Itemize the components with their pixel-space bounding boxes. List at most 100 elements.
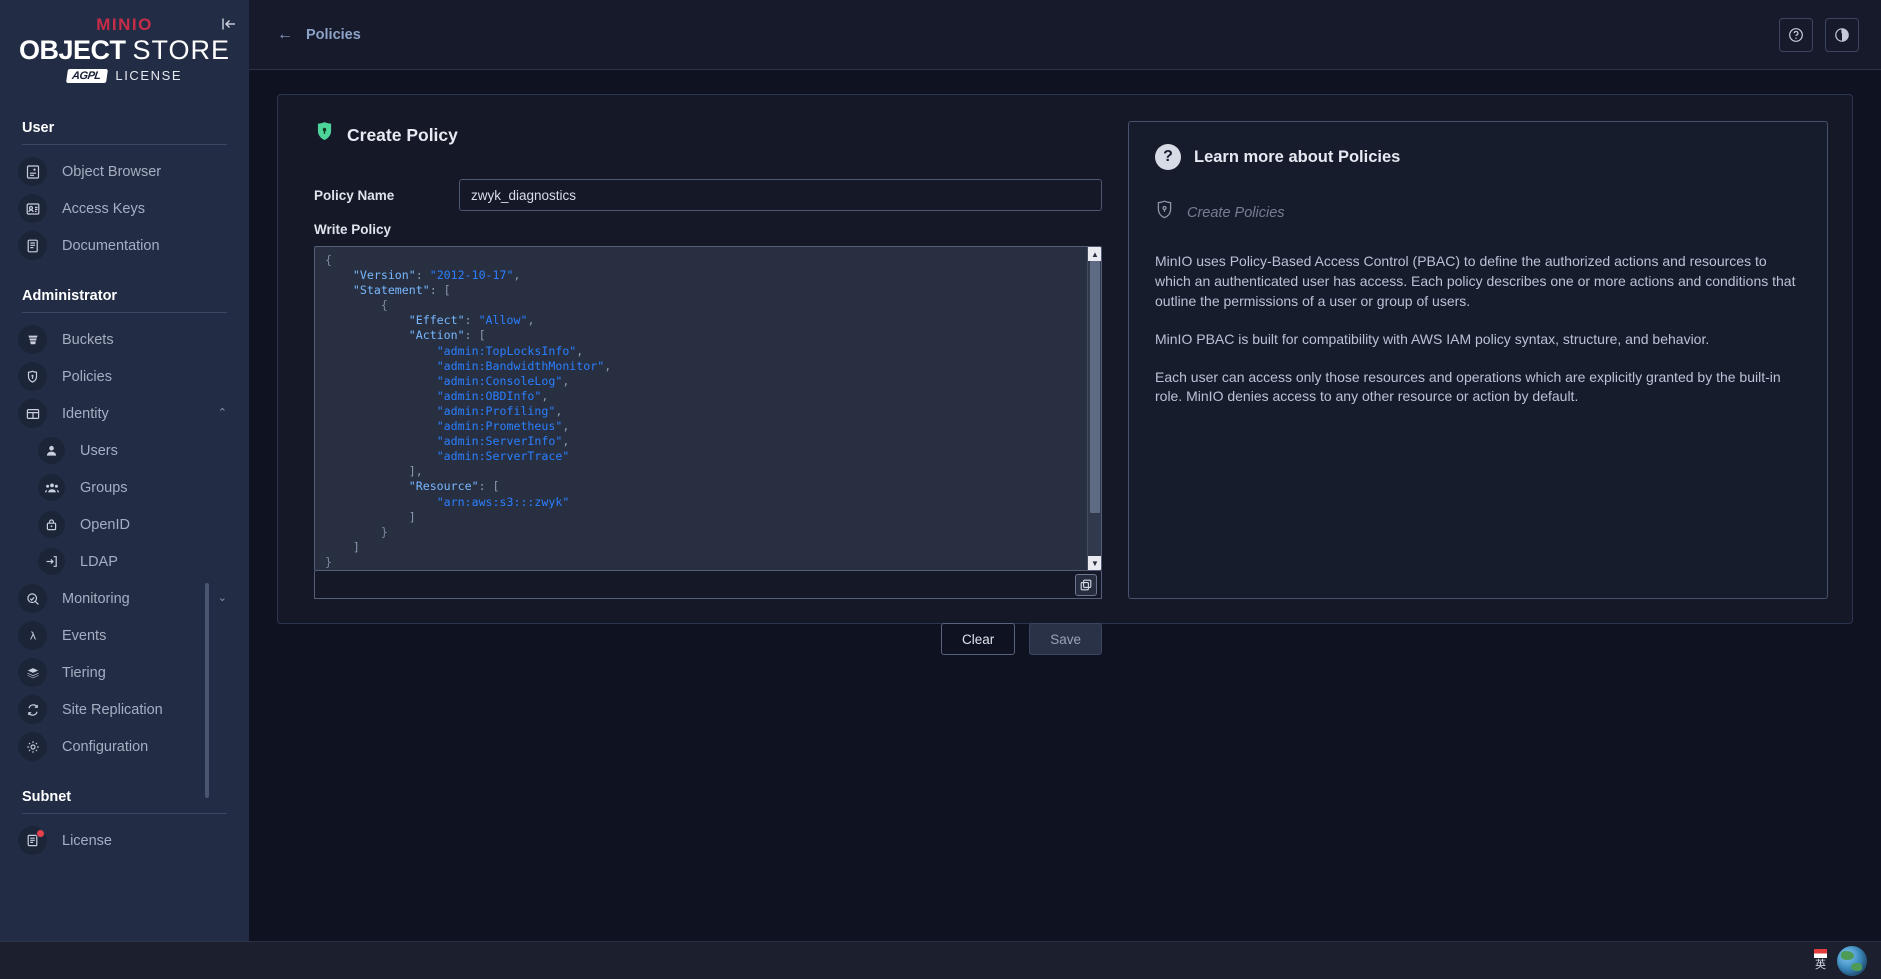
- buckets-icon: [18, 325, 47, 354]
- copy-icon[interactable]: [1075, 573, 1097, 596]
- globe-icon[interactable]: [1837, 945, 1867, 976]
- chevron-up-icon: ⌃: [217, 407, 227, 419]
- brand-minio-suffix: IO: [131, 15, 153, 34]
- breadcrumb[interactable]: ← Policies: [277, 26, 361, 44]
- sidebar-item-documentation[interactable]: Documentation: [0, 227, 249, 264]
- minio-console-app: MINIO OBJECT STORE AGPL LICENSE User Obj…: [0, 0, 1881, 979]
- breadcrumb-label: Policies: [306, 26, 361, 43]
- editor-footer: [314, 571, 1102, 599]
- editor-scrollbar[interactable]: ▲ ▼: [1087, 247, 1101, 570]
- svg-text:λ: λ: [29, 629, 36, 642]
- question-mark-icon: ?: [1155, 144, 1181, 170]
- sidebar-divider: [22, 312, 227, 313]
- sidebar-item-label: Documentation: [62, 237, 160, 254]
- brand-minio-prefix: MIN: [96, 15, 132, 34]
- help-header: ? Learn more about Policies: [1155, 144, 1801, 170]
- documentation-icon: [18, 231, 47, 260]
- license-line: AGPL LICENSE: [0, 68, 249, 83]
- sidebar-item-label: Events: [62, 627, 107, 644]
- license-icon: [18, 826, 47, 855]
- object-browser-icon: [18, 157, 47, 186]
- sidebar-item-label: Configuration: [62, 738, 149, 755]
- sidebar-item-object-browser[interactable]: Object Browser: [0, 153, 249, 190]
- policy-name-label: Policy Name: [314, 187, 395, 203]
- ime-label: 英: [1815, 959, 1826, 972]
- user-icon: [38, 437, 65, 464]
- sidebar-item-users[interactable]: Users: [0, 432, 249, 469]
- shield-icon: [314, 121, 335, 149]
- sidebar-item-tiering[interactable]: Tiering: [0, 654, 249, 691]
- help-title: Learn more about Policies: [1194, 147, 1401, 166]
- policy-name-row: Policy Name: [314, 179, 1102, 211]
- monitoring-icon: [18, 584, 47, 613]
- sidebar-item-buckets[interactable]: Buckets: [0, 321, 249, 358]
- topbar: ← Policies: [249, 0, 1881, 70]
- policy-json-editor[interactable]: { "Version": "2012-10-17", "Statement": …: [314, 246, 1102, 571]
- sidebar-item-groups[interactable]: Groups: [0, 469, 249, 506]
- policy-json-code[interactable]: { "Version": "2012-10-17", "Statement": …: [315, 247, 1101, 570]
- form-header: Create Policy: [314, 121, 1102, 149]
- help-paragraph-1: MinIO uses Policy-Based Access Control (…: [1155, 253, 1796, 309]
- sidebar-item-ldap[interactable]: LDAP: [0, 543, 249, 580]
- help-subtitle-row: Create Policies: [1155, 200, 1801, 226]
- agpl-badge: AGPL: [65, 68, 108, 83]
- help-paragraph-3: Each user can access only those resource…: [1155, 368, 1781, 405]
- brand-product-thin: STORE: [132, 35, 231, 65]
- write-policy-label: Write Policy: [314, 222, 392, 237]
- sidebar-item-openid[interactable]: OpenID: [0, 506, 249, 543]
- openid-icon: [38, 511, 65, 538]
- content-area: Create Policy Policy Name Write Policy {…: [249, 70, 1881, 979]
- groups-icon: [38, 474, 65, 501]
- notification-dot: [36, 829, 45, 838]
- help-circle-icon[interactable]: [1779, 17, 1813, 52]
- save-button[interactable]: Save: [1029, 623, 1102, 655]
- sidebar-divider: [22, 144, 227, 145]
- policy-name-input[interactable]: [459, 179, 1102, 211]
- chevron-down-icon: ⌄: [217, 592, 227, 604]
- sidebar-section-title-user: User: [22, 120, 55, 136]
- sidebar-divider: [22, 813, 227, 814]
- scroll-down-icon[interactable]: ▼: [1088, 556, 1101, 570]
- license-word: LICENSE: [115, 68, 183, 84]
- sidebar-item-label: Object Browser: [62, 163, 162, 180]
- sidebar-item-label: Tiering: [62, 664, 106, 681]
- sidebar-item-identity[interactable]: Identity ⌃: [0, 395, 249, 432]
- help-paragraph-2: MinIO PBAC is built for compatibility wi…: [1155, 330, 1710, 347]
- topbar-actions: [1779, 17, 1859, 52]
- sidebar-scrollbar[interactable]: [205, 583, 209, 798]
- help-panel: ? Learn more about Policies Create Polic…: [1128, 121, 1828, 599]
- sidebar-item-site-replication[interactable]: Site Replication: [0, 691, 249, 728]
- scroll-up-icon[interactable]: ▲: [1088, 247, 1101, 261]
- sidebar-item-monitoring[interactable]: Monitoring ⌄: [0, 580, 249, 617]
- sidebar-item-label: Identity: [62, 405, 109, 422]
- dark-mode-icon[interactable]: [1825, 17, 1859, 52]
- clear-button[interactable]: Clear: [940, 623, 1016, 655]
- create-policy-form: Create Policy Policy Name Write Policy {…: [302, 121, 1102, 655]
- shield-outline-icon: [1155, 200, 1174, 226]
- ime-indicator[interactable]: 英: [1814, 949, 1827, 972]
- sidebar-item-configuration[interactable]: Configuration: [0, 728, 249, 765]
- create-policy-panel: Create Policy Policy Name Write Policy {…: [277, 94, 1853, 655]
- tiering-icon: [18, 658, 47, 687]
- sidebar-collapse-icon[interactable]: [218, 14, 238, 34]
- sidebar: MINIO OBJECT STORE AGPL LICENSE User Obj…: [0, 0, 249, 979]
- help-subtitle: Create Policies: [1187, 205, 1285, 221]
- back-arrow-icon[interactable]: ←: [277, 26, 293, 44]
- sidebar-section-title-subnet: Subnet: [22, 789, 72, 805]
- form-actions: Clear Save: [314, 623, 1102, 655]
- os-taskbar: 英: [0, 941, 1881, 979]
- access-keys-icon: [18, 194, 47, 223]
- editor-scroll-thumb[interactable]: [1090, 261, 1100, 513]
- sidebar-item-label: Site Replication: [62, 701, 163, 718]
- events-icon: λ: [18, 621, 47, 650]
- sidebar-item-label: OpenID: [80, 516, 130, 533]
- flag-icon: [1814, 949, 1827, 959]
- policies-icon: [18, 362, 47, 391]
- sidebar-item-label: Access Keys: [62, 200, 145, 217]
- sidebar-item-access-keys[interactable]: Access Keys: [0, 190, 249, 227]
- sidebar-item-label: Groups: [80, 479, 128, 496]
- sidebar-item-license[interactable]: License: [0, 822, 249, 859]
- sidebar-item-events[interactable]: λ Events: [0, 617, 249, 654]
- brand-product-bold: OBJECT: [18, 35, 126, 65]
- sidebar-item-policies[interactable]: Policies: [0, 358, 249, 395]
